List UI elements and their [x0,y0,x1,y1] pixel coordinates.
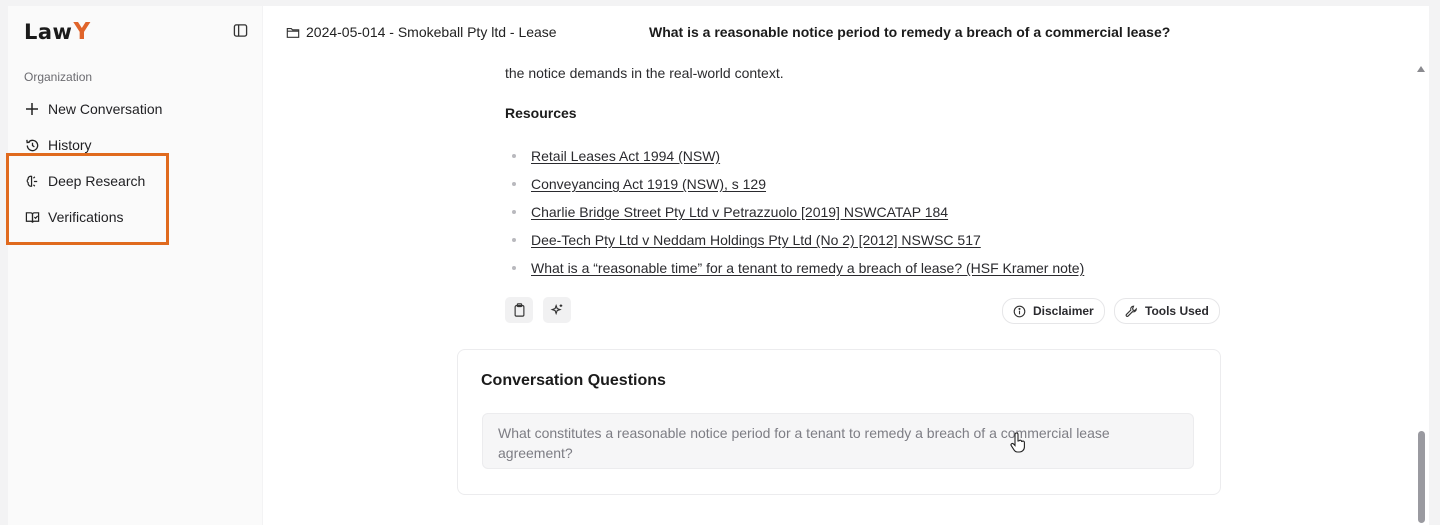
suggested-question[interactable]: What constitutes a reasonable notice per… [482,413,1194,469]
answer-text: the notice demands in the real-world con… [505,65,784,81]
bullet [512,182,516,186]
conversation-header: 2024-05-014 - Smokeball Pty ltd - Lease … [263,6,1413,56]
history-icon [24,137,40,153]
ai-sparkle-button[interactable] [543,297,571,323]
conversation-questions-card: Conversation Questions What constitutes … [457,349,1221,495]
resource-link[interactable]: Conveyancing Act 1919 (NSW), s 129 [531,176,766,192]
disclaimer-label: Disclaimer [1033,304,1094,318]
copy-button[interactable] [505,297,533,323]
scrollbar-thumb[interactable] [1418,431,1425,523]
clipboard-icon [514,303,524,317]
conversation-title: What is a reasonable notice period to re… [649,24,1171,40]
lawy-logo[interactable]: Law Y [24,18,91,46]
main-panel: 2024-05-014 - Smokeball Pty ltd - Lease … [263,6,1429,525]
resources-heading: Resources [505,105,577,121]
matter-name: 2024-05-014 - Smokeball Pty ltd - Lease [306,24,557,40]
list-item: Charlie Bridge Street Pty Ltd v Petrazzu… [505,198,1084,226]
sparkle-icon [550,303,563,316]
tools-used-label: Tools Used [1145,304,1209,318]
logo-accent: Y [73,19,91,45]
matter-breadcrumb[interactable]: 2024-05-014 - Smokeball Pty ltd - Lease [286,24,557,40]
sidebar-toggle-button[interactable] [231,21,249,39]
bullet [512,266,516,270]
bullet [512,210,516,214]
list-item: Conveyancing Act 1919 (NSW), s 129 [505,170,1084,198]
resource-link[interactable]: What is a “reasonable time” for a tenant… [531,260,1084,276]
tools-used-button[interactable]: Tools Used [1114,298,1220,324]
bullet [512,154,516,158]
plus-icon [24,101,40,117]
list-item: What is a “reasonable time” for a tenant… [505,254,1084,282]
sidebar-panel-icon [233,23,247,37]
hand-pointer-icon [1010,432,1025,453]
scroll-up-arrow[interactable] [1417,66,1425,72]
sidebar-item-new-conversation[interactable]: New Conversation [24,96,162,122]
resource-link[interactable]: Dee-Tech Pty Ltd v Neddam Holdings Pty L… [531,232,981,248]
disclaimer-button[interactable]: Disclaimer [1002,298,1105,324]
folder-icon [286,27,300,38]
resource-link[interactable]: Charlie Bridge Street Pty Ltd v Petrazzu… [531,204,948,220]
sidebar-item-label: History [48,137,92,153]
highlight-annotation-box [6,153,169,245]
logo-text: Law [24,20,73,44]
info-icon [1013,305,1026,317]
card-title: Conversation Questions [481,372,666,389]
list-item: Dee-Tech Pty Ltd v Neddam Holdings Pty L… [505,226,1084,254]
resources-list: Retail Leases Act 1994 (NSW) Conveyancin… [505,142,1084,282]
sidebar: Law Y Organization New Conversation Histo… [8,6,262,525]
sidebar-item-label: New Conversation [48,101,163,117]
list-item: Retail Leases Act 1994 (NSW) [505,142,1084,170]
bullet [512,238,516,242]
resource-link[interactable]: Retail Leases Act 1994 (NSW) [531,148,720,164]
wrench-icon [1125,305,1137,317]
section-label-organization: Organization [24,70,93,84]
